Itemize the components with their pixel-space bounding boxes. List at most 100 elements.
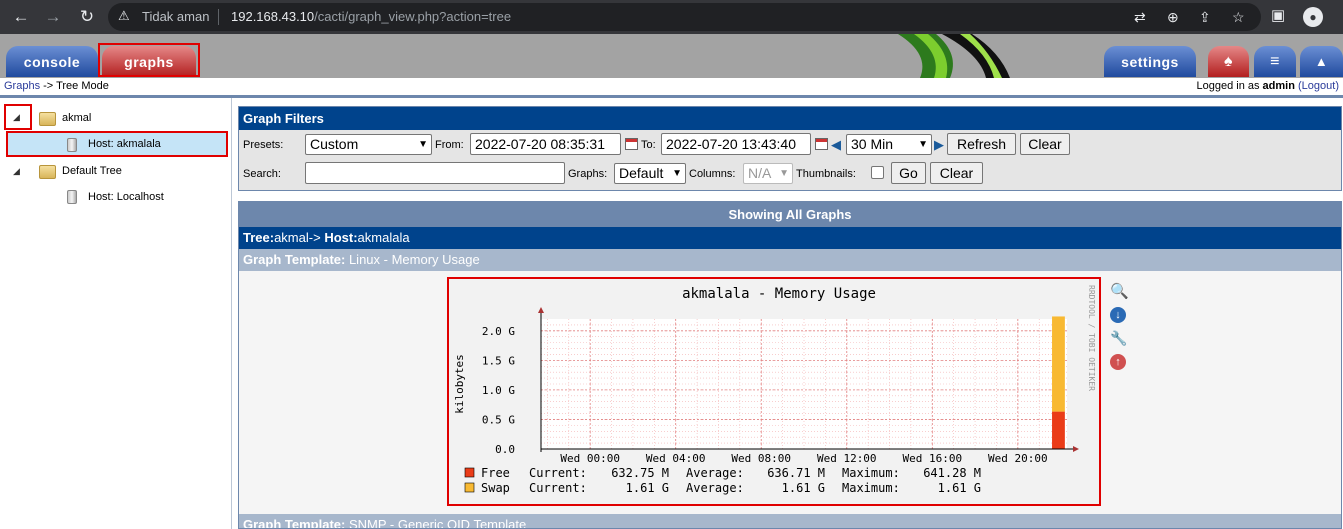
breadcrumb-rest: -> Tree Mode bbox=[40, 80, 109, 92]
breadcrumb: Graphs -> Tree Mode Logged in as admin (… bbox=[0, 78, 1343, 95]
legend-current-label: Current: bbox=[529, 481, 587, 495]
graphs-select[interactable]: Default ▼ bbox=[614, 163, 686, 184]
security-label: Tidak aman bbox=[142, 9, 210, 24]
go-button[interactable]: Go bbox=[891, 162, 926, 184]
graph-highlight-frame[interactable]: 0.0 0.5 G 1.0 G 1.5 G 2.0 G Wed 00:00 Wed 04:0… bbox=[447, 277, 1101, 506]
list-view-icon[interactable]: ≡ bbox=[1254, 46, 1296, 77]
chart-title: akmalala - Memory Usage bbox=[682, 286, 876, 302]
tree-node-default-tree[interactable]: Default Tree bbox=[62, 161, 122, 181]
legend-swatch-free bbox=[464, 467, 475, 478]
presets-label: Presets: bbox=[243, 139, 284, 151]
graphs-heading: Showing All Graphs bbox=[239, 202, 1341, 227]
graph-filters-panel: Graph Filters Presets: Custom ▼ From: 202… bbox=[238, 106, 1342, 191]
clear-button[interactable]: Clear bbox=[1020, 133, 1070, 155]
y-axis-arrow bbox=[538, 307, 544, 313]
from-date-input[interactable]: 2022-07-20 08:35:31 bbox=[470, 133, 621, 155]
divider bbox=[218, 9, 219, 25]
collapse-triangle-icon[interactable]: ◢ bbox=[13, 166, 20, 177]
profile-avatar-icon[interactable]: ● bbox=[1303, 7, 1323, 27]
download-csv-icon[interactable]: ↓ bbox=[1110, 307, 1126, 323]
legend-name: Swap bbox=[481, 481, 510, 495]
share-icon[interactable]: ⇪ bbox=[1199, 9, 1211, 26]
tree-host-header: Tree:akmal-> Host:akmalala bbox=[239, 227, 1341, 249]
tree-view-icon[interactable]: ♠ bbox=[1208, 46, 1249, 77]
columns-label: Columns: bbox=[689, 168, 736, 180]
tree-node-host-akmalala[interactable]: Host: akmalala bbox=[88, 134, 161, 154]
shift-right-icon[interactable]: ▶ bbox=[934, 137, 944, 153]
search-label: Search: bbox=[243, 168, 281, 180]
device-icon bbox=[67, 138, 77, 152]
browser-toolbar: ← → ↻ ⚠ Tidak aman 192.168.43.10/cacti/g… bbox=[0, 0, 1343, 34]
memory-usage-graph[interactable]: 0.0 0.5 G 1.0 G 1.5 G 2.0 G Wed 00:00 Wed 04:0… bbox=[449, 279, 1099, 504]
graphs-panel: Showing All Graphs Tree:akmal-> Host:akm… bbox=[238, 201, 1342, 529]
calendar-icon[interactable] bbox=[625, 138, 638, 150]
x-tick-label: Wed 16:00 bbox=[902, 452, 962, 465]
tab-settings[interactable]: settings bbox=[1104, 46, 1196, 77]
legend-maximum-label: Maximum: bbox=[842, 466, 900, 480]
legend-maximum-value: 641.28 M bbox=[923, 466, 981, 480]
breadcrumb-graphs-link[interactable]: Graphs bbox=[4, 80, 40, 92]
x-tick-label: Wed 20:00 bbox=[988, 452, 1048, 465]
address-bar[interactable]: ⚠ Tidak aman 192.168.43.10/cacti/graph_v… bbox=[108, 3, 1261, 31]
back-arrow-icon[interactable]: ← bbox=[9, 5, 33, 29]
area-free bbox=[1052, 411, 1065, 449]
preview-view-icon[interactable]: ▲ bbox=[1300, 46, 1343, 77]
tree-node-host-localhost[interactable]: Host: Localhost bbox=[88, 187, 164, 207]
logout-link[interactable]: (Logout) bbox=[1298, 80, 1339, 92]
y-tick-label: 1.5 G bbox=[482, 354, 515, 367]
cacti-logo-graphic bbox=[890, 34, 1090, 78]
warning-icon: ⚠ bbox=[118, 8, 130, 23]
edit-graph-icon[interactable]: 🔧 bbox=[1110, 330, 1127, 346]
graph-template-header-2: Graph Template: SNMP - Generic OID Templ… bbox=[239, 514, 1341, 528]
x-tick-label: Wed 04:00 bbox=[646, 452, 706, 465]
x-tick-label: Wed 12:00 bbox=[817, 452, 877, 465]
reload-icon[interactable]: ↻ bbox=[75, 5, 99, 29]
folder-icon bbox=[39, 165, 56, 179]
legend-maximum-value: 1.61 G bbox=[938, 481, 981, 495]
back-to-top-icon[interactable]: ↑ bbox=[1110, 354, 1126, 370]
zoom-graph-icon[interactable]: 🔍 bbox=[1110, 284, 1129, 300]
translate-icon[interactable]: ⇄ bbox=[1134, 9, 1146, 26]
x-tick-label: Wed 08:00 bbox=[731, 452, 791, 465]
columns-select[interactable]: N/A ▼ bbox=[743, 163, 793, 184]
calendar-icon[interactable] bbox=[815, 138, 828, 150]
legend-average-label: Average: bbox=[686, 481, 744, 495]
thumbnails-checkbox[interactable] bbox=[871, 166, 884, 179]
shift-left-icon[interactable]: ◀ bbox=[831, 137, 841, 153]
tab-console[interactable]: console bbox=[6, 46, 98, 77]
zoom-icon[interactable]: ⊕ bbox=[1167, 9, 1179, 26]
filters-title: Graph Filters bbox=[239, 107, 1341, 130]
clear-button-2[interactable]: Clear bbox=[930, 162, 983, 184]
tree-node-akmal[interactable]: akmal bbox=[62, 108, 91, 128]
y-tick-label: 2.0 G bbox=[482, 325, 515, 338]
thumbnails-label: Thumbnails: bbox=[796, 168, 856, 180]
legend-swatch-swap bbox=[464, 482, 475, 493]
x-axis-arrow bbox=[1073, 446, 1079, 452]
rrdtool-watermark: RRDTOOL / TOBI OETIKER bbox=[1087, 285, 1096, 391]
legend-name: Free bbox=[481, 466, 510, 480]
refresh-button[interactable]: Refresh bbox=[947, 133, 1016, 155]
device-icon bbox=[67, 190, 77, 204]
legend-average-label: Average: bbox=[686, 466, 744, 480]
graphs-tab-highlight bbox=[98, 43, 200, 77]
search-input[interactable] bbox=[305, 162, 565, 184]
timespan-select[interactable]: 30 Min ▼ bbox=[846, 134, 932, 155]
presets-select[interactable]: Custom ▼ bbox=[305, 134, 432, 155]
to-label: To: bbox=[641, 139, 656, 151]
area-swap bbox=[1052, 316, 1065, 412]
bookmark-star-icon[interactable]: ☆ bbox=[1232, 9, 1245, 26]
login-status: Logged in as admin (Logout) bbox=[1196, 80, 1339, 92]
side-panel-icon[interactable]: ▣ bbox=[1271, 6, 1285, 24]
x-tick-label: Wed 00:00 bbox=[560, 452, 620, 465]
forward-arrow-icon[interactable]: → bbox=[41, 5, 65, 29]
from-label: From: bbox=[435, 139, 464, 151]
legend-maximum-label: Maximum: bbox=[842, 481, 900, 495]
collapse-triangle-icon[interactable]: ◢ bbox=[13, 112, 20, 123]
graph-tree-panel: ◢ akmal Host: akmalala ◢ Default Tree Ho… bbox=[0, 98, 232, 529]
legend-current-label: Current: bbox=[529, 466, 587, 480]
legend-average-value: 636.71 M bbox=[767, 466, 825, 480]
legend-current-value: 1.61 G bbox=[626, 481, 669, 495]
y-axis-label: kilobytes bbox=[453, 354, 466, 414]
to-date-input[interactable]: 2022-07-20 13:43:40 bbox=[661, 133, 811, 155]
graph-template-header: Graph Template: Linux - Memory Usage bbox=[239, 249, 1341, 271]
